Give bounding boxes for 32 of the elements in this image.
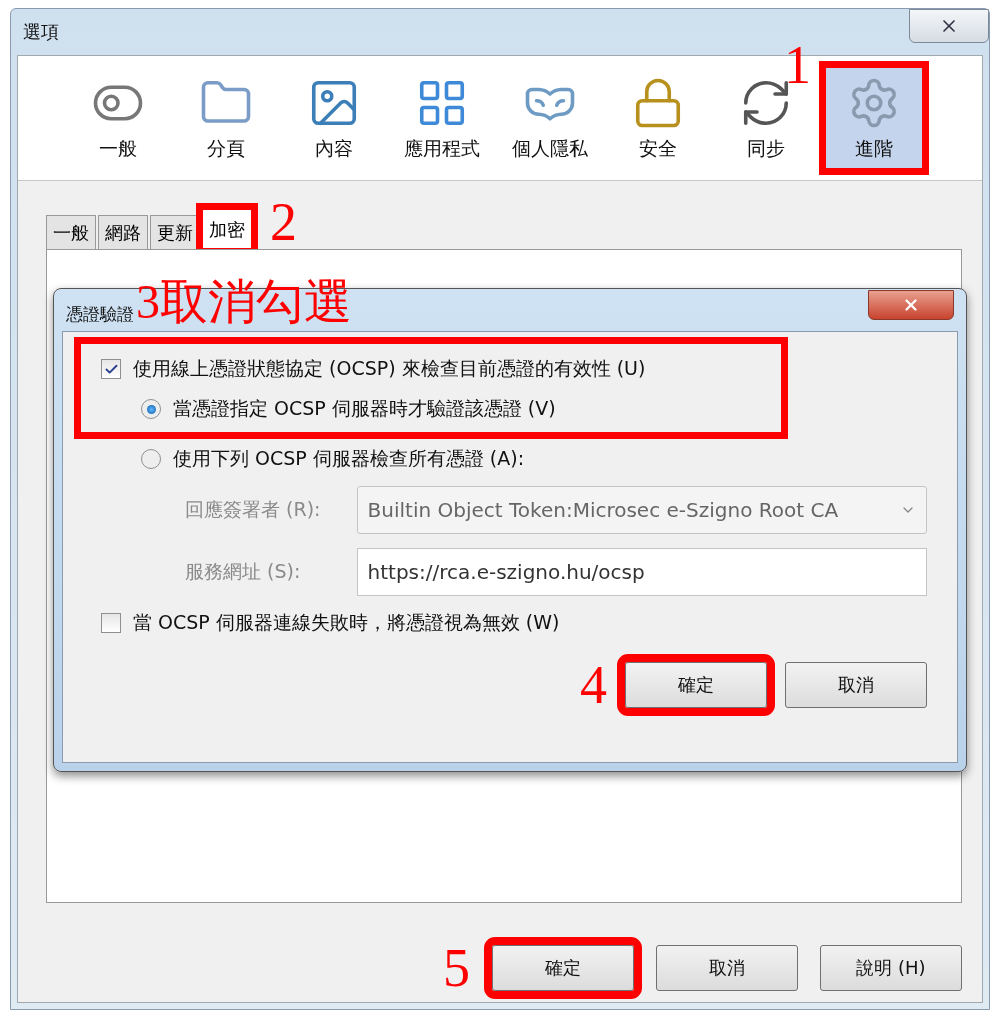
tab[interactable]: 一般 — [46, 215, 96, 249]
field-label: 服務網址 (S): — [185, 559, 302, 584]
step-note: 3取消勾選 — [136, 278, 352, 326]
step-number: 4 — [580, 658, 607, 712]
step-number: 1 — [784, 38, 811, 92]
pane-button[interactable]: 一般 — [68, 66, 168, 170]
dialog-button[interactable]: 取消 — [785, 662, 927, 708]
radio-label: 使用下列 OCSP 伺服器檢查所有憑證 (A): — [173, 446, 525, 471]
radio-button[interactable] — [141, 449, 161, 469]
close-icon — [902, 296, 920, 314]
pane-button[interactable]: 分頁 — [176, 66, 276, 170]
tab[interactable]: 網路 — [98, 215, 148, 249]
pane-button[interactable]: 個人隱私 — [500, 66, 600, 170]
dialog-title: 憑證驗證 — [66, 303, 134, 326]
radio-dot-icon — [146, 404, 156, 414]
dialog-button[interactable]: 取消 — [656, 945, 798, 991]
pane-button[interactable]: 安全 — [608, 66, 708, 170]
checkbox[interactable] — [101, 359, 121, 379]
checkbox[interactable] — [101, 613, 121, 633]
checkbox-label: 使用線上憑證狀態協定 (OCSP) 來檢查目前憑證的有效性 (U) — [133, 356, 646, 381]
step-number: 5 — [443, 941, 470, 995]
dialog-button[interactable]: 說明 (H) — [820, 945, 962, 991]
close-button[interactable] — [868, 290, 954, 320]
step-number: 2 — [270, 195, 297, 249]
pane-button[interactable]: 內容 — [284, 66, 384, 170]
pane-button[interactable]: 應用程式 — [392, 66, 492, 170]
checkbox-label: 當 OCSP 伺服器連線失敗時，將憑證視為無效 (W) — [133, 610, 560, 635]
radio-button[interactable] — [141, 399, 161, 419]
window-title: 選項 — [23, 20, 59, 44]
field-label: 回應簽署者 (R): — [185, 497, 322, 522]
radio-label: 當憑證指定 OCSP 伺服器時才驗證該憑證 (V) — [173, 396, 556, 421]
close-button[interactable] — [909, 9, 989, 43]
